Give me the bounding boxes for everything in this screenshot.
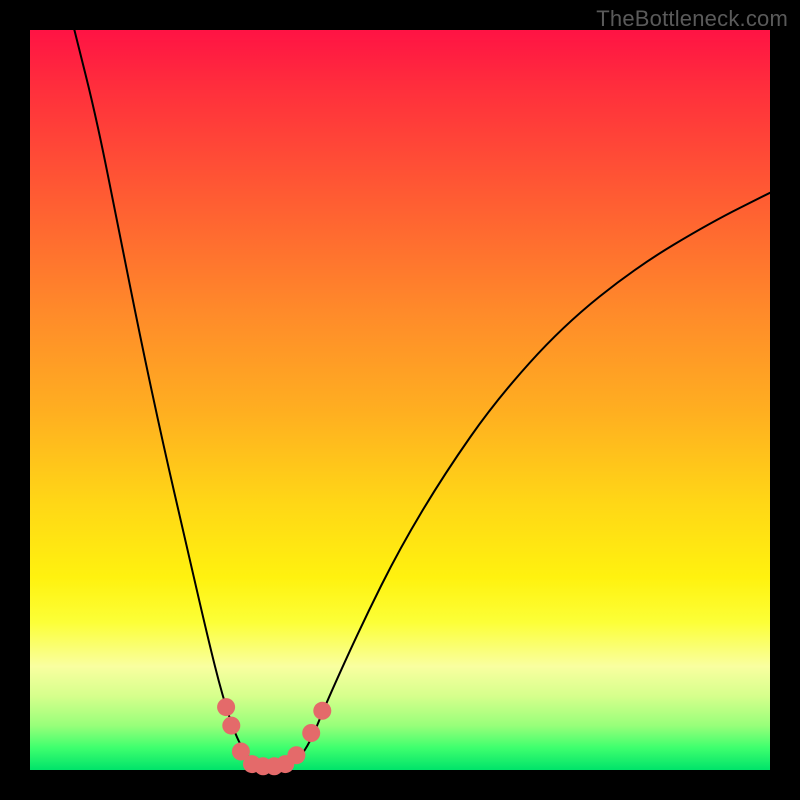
curve-svg <box>30 30 770 770</box>
marker-dot <box>302 724 320 742</box>
marker-dot <box>287 746 305 764</box>
marker-dot <box>222 717 240 735</box>
plot-area <box>30 30 770 770</box>
marker-dot <box>217 698 235 716</box>
chart-frame: TheBottleneck.com <box>0 0 800 800</box>
bottleneck-curve <box>74 30 770 768</box>
watermark-text: TheBottleneck.com <box>596 6 788 32</box>
marker-dot <box>313 702 331 720</box>
marker-group <box>217 698 331 775</box>
